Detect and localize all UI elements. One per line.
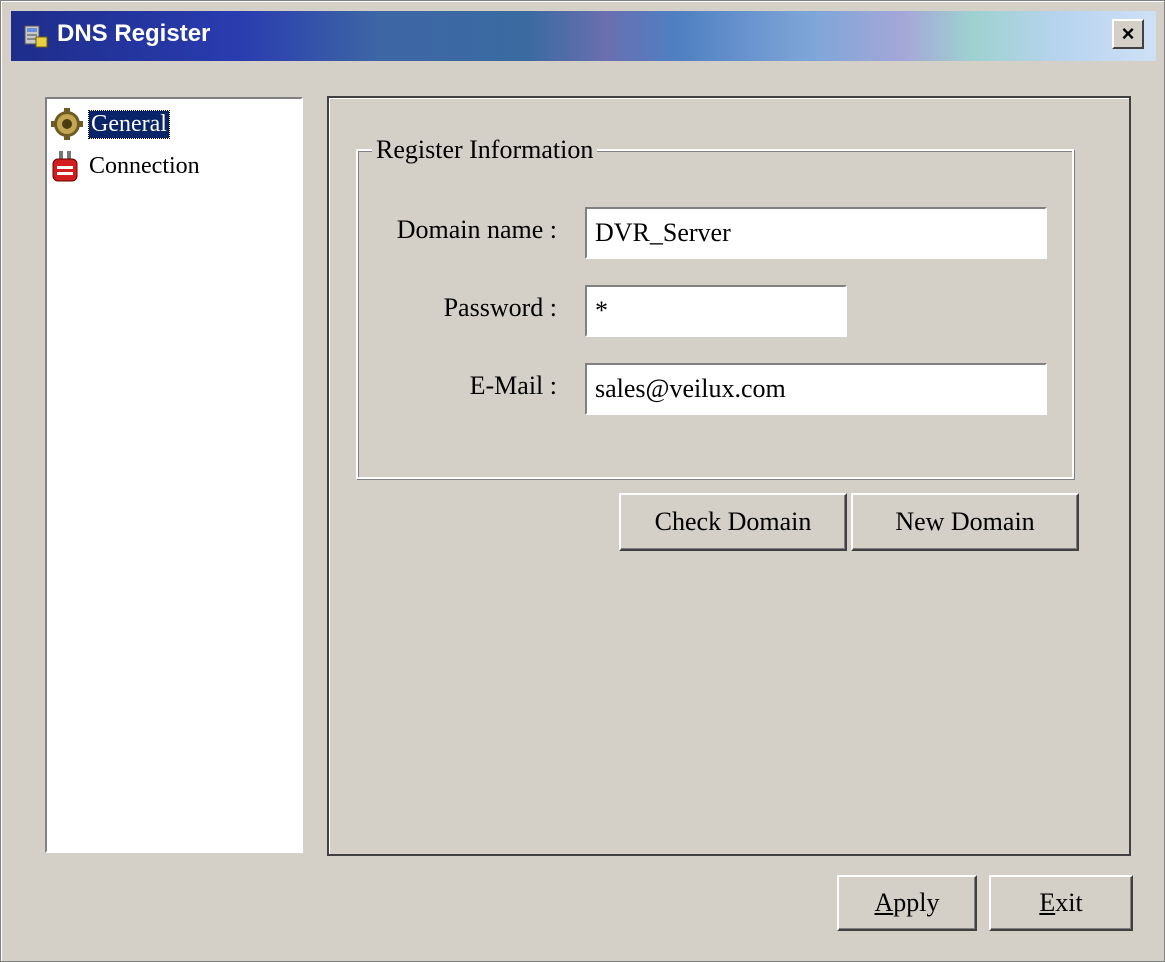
tree-item-label: General <box>88 109 170 139</box>
apply-label: pply <box>893 888 940 917</box>
email-value: sales@veilux.com <box>595 374 786 403</box>
new-domain-button[interactable]: New Domain <box>851 493 1079 551</box>
check-domain-button[interactable]: Check Domain <box>619 493 847 551</box>
settings-tree[interactable]: General Connection <box>45 97 303 853</box>
exit-button[interactable]: Exit <box>989 875 1133 931</box>
dns-register-window: DNS Register × General Connection Regist… <box>0 0 1165 962</box>
email-label: E-Mail : <box>469 371 557 400</box>
email-field[interactable]: sales@veilux.com <box>585 363 1047 415</box>
tree-item-general[interactable]: General <box>49 107 170 141</box>
plug-icon <box>52 151 78 182</box>
group-title: Register Information <box>372 135 598 165</box>
tree-item-label: Connection <box>89 152 200 179</box>
apply-mnemonic: A <box>874 888 894 917</box>
domain-name-value: DVR_Server <box>595 218 731 247</box>
tree-item-connection[interactable]: Connection <box>49 149 200 183</box>
app-icon <box>24 25 48 48</box>
password-label: Password : <box>443 293 557 322</box>
exit-label: xit <box>1055 888 1083 917</box>
domain-name-field[interactable]: DVR_Server <box>585 207 1047 259</box>
close-button[interactable]: × <box>1112 19 1144 49</box>
gear-icon <box>51 108 83 140</box>
password-field[interactable]: * <box>585 285 847 337</box>
domain-name-label: Domain name : <box>396 215 557 244</box>
apply-button[interactable]: Apply <box>837 875 977 931</box>
title-bar[interactable]: DNS Register × <box>11 11 1156 61</box>
password-value: * <box>595 296 608 325</box>
window-title: DNS Register <box>57 20 211 47</box>
exit-mnemonic: E <box>1039 888 1056 917</box>
close-icon: × <box>1121 21 1135 46</box>
